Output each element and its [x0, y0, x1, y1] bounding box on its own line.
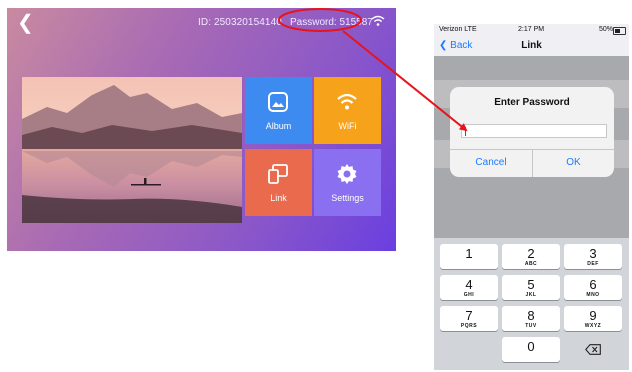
key-digit: 8	[527, 308, 535, 323]
key-8[interactable]: 8 TUV	[502, 306, 560, 331]
key-2[interactable]: 2 ABC	[502, 244, 560, 269]
wifi-tile[interactable]: WiFi	[314, 77, 381, 144]
key-letters: GHI	[463, 292, 475, 298]
carrier-text: Verizon LTE	[439, 26, 477, 33]
key-digit: 9	[589, 308, 597, 323]
settings-label: Settings	[331, 193, 364, 203]
key-digit: 4	[465, 277, 473, 292]
password-dialog: Enter Password Cancel OK	[450, 87, 614, 177]
nav-bar: ❮ Back Link	[434, 36, 629, 56]
link-tile[interactable]: Link	[245, 149, 312, 216]
device-topbar: ❮ ID: 250320154140 Password: 515587	[7, 8, 396, 38]
album-icon	[268, 92, 288, 112]
key-9[interactable]: 9 WXYZ	[564, 306, 622, 331]
landscape-photo	[22, 77, 242, 223]
ok-button[interactable]: OK	[533, 157, 614, 168]
key-letters: PQRS	[460, 323, 478, 329]
device-id: ID: 250320154140	[198, 17, 282, 28]
settings-tile[interactable]: Settings	[314, 149, 381, 216]
key-letters: MNO	[586, 292, 600, 298]
nav-title: Link	[521, 40, 542, 51]
key-4[interactable]: 4 GHI	[440, 275, 498, 300]
key-digit: 5	[527, 277, 535, 292]
status-time: 2:17 PM	[518, 26, 545, 33]
status-bar: Verizon LTE 2:17 PM 50%	[434, 24, 629, 36]
key-digit: 1	[465, 246, 473, 261]
key-6[interactable]: 6 MNO	[564, 275, 622, 300]
dialog-title: Enter Password	[494, 97, 570, 108]
link-label: Link	[270, 193, 287, 203]
delete-key[interactable]	[564, 337, 622, 362]
phone-screen: Verizon LTE 2:17 PM 50% ❮ Back Link Ente…	[434, 24, 629, 370]
key-5[interactable]: 5 JKL	[502, 275, 560, 300]
key-7[interactable]: 7 PQRS	[440, 306, 498, 331]
key-0[interactable]: 0	[502, 337, 560, 362]
device-password: Password: 515587	[290, 17, 373, 28]
device-screen: ❮ ID: 250320154140 Password: 515587 Albu…	[7, 8, 396, 251]
backspace-icon	[585, 344, 601, 355]
password-input[interactable]	[461, 124, 607, 138]
key-letters: ABC	[524, 261, 538, 267]
wifi-status-icon	[371, 15, 385, 26]
key-digit: 3	[589, 246, 597, 261]
link-screen-icon	[268, 164, 288, 184]
album-label: Album	[265, 121, 292, 131]
key-letters: DEF	[587, 261, 599, 267]
cancel-button[interactable]: Cancel	[450, 157, 532, 168]
key-letters: JKL	[525, 292, 537, 298]
key-digit: 0	[527, 339, 535, 354]
key-digit: 6	[589, 277, 597, 292]
key-1[interactable]: 1	[440, 244, 498, 269]
key-digit: 7	[465, 308, 473, 323]
numeric-keypad: 1 2 ABC 3 DEF 4 GHI 5 JKL 6 MNO 7 PQRS 8	[434, 238, 629, 370]
wifi-icon	[337, 93, 357, 110]
back-arrow-icon[interactable]: ❮	[17, 11, 39, 35]
battery-percent: 50%	[598, 26, 613, 33]
battery-icon	[613, 27, 626, 35]
key-letters: TUV	[525, 323, 537, 329]
wifi-label: WiFi	[338, 121, 357, 131]
album-tile[interactable]: Album	[245, 77, 312, 144]
gear-icon	[337, 164, 357, 184]
text-caret	[465, 127, 466, 136]
key-digit: 2	[527, 246, 535, 261]
key-3[interactable]: 3 DEF	[564, 244, 622, 269]
key-letters: WXYZ	[584, 323, 602, 329]
